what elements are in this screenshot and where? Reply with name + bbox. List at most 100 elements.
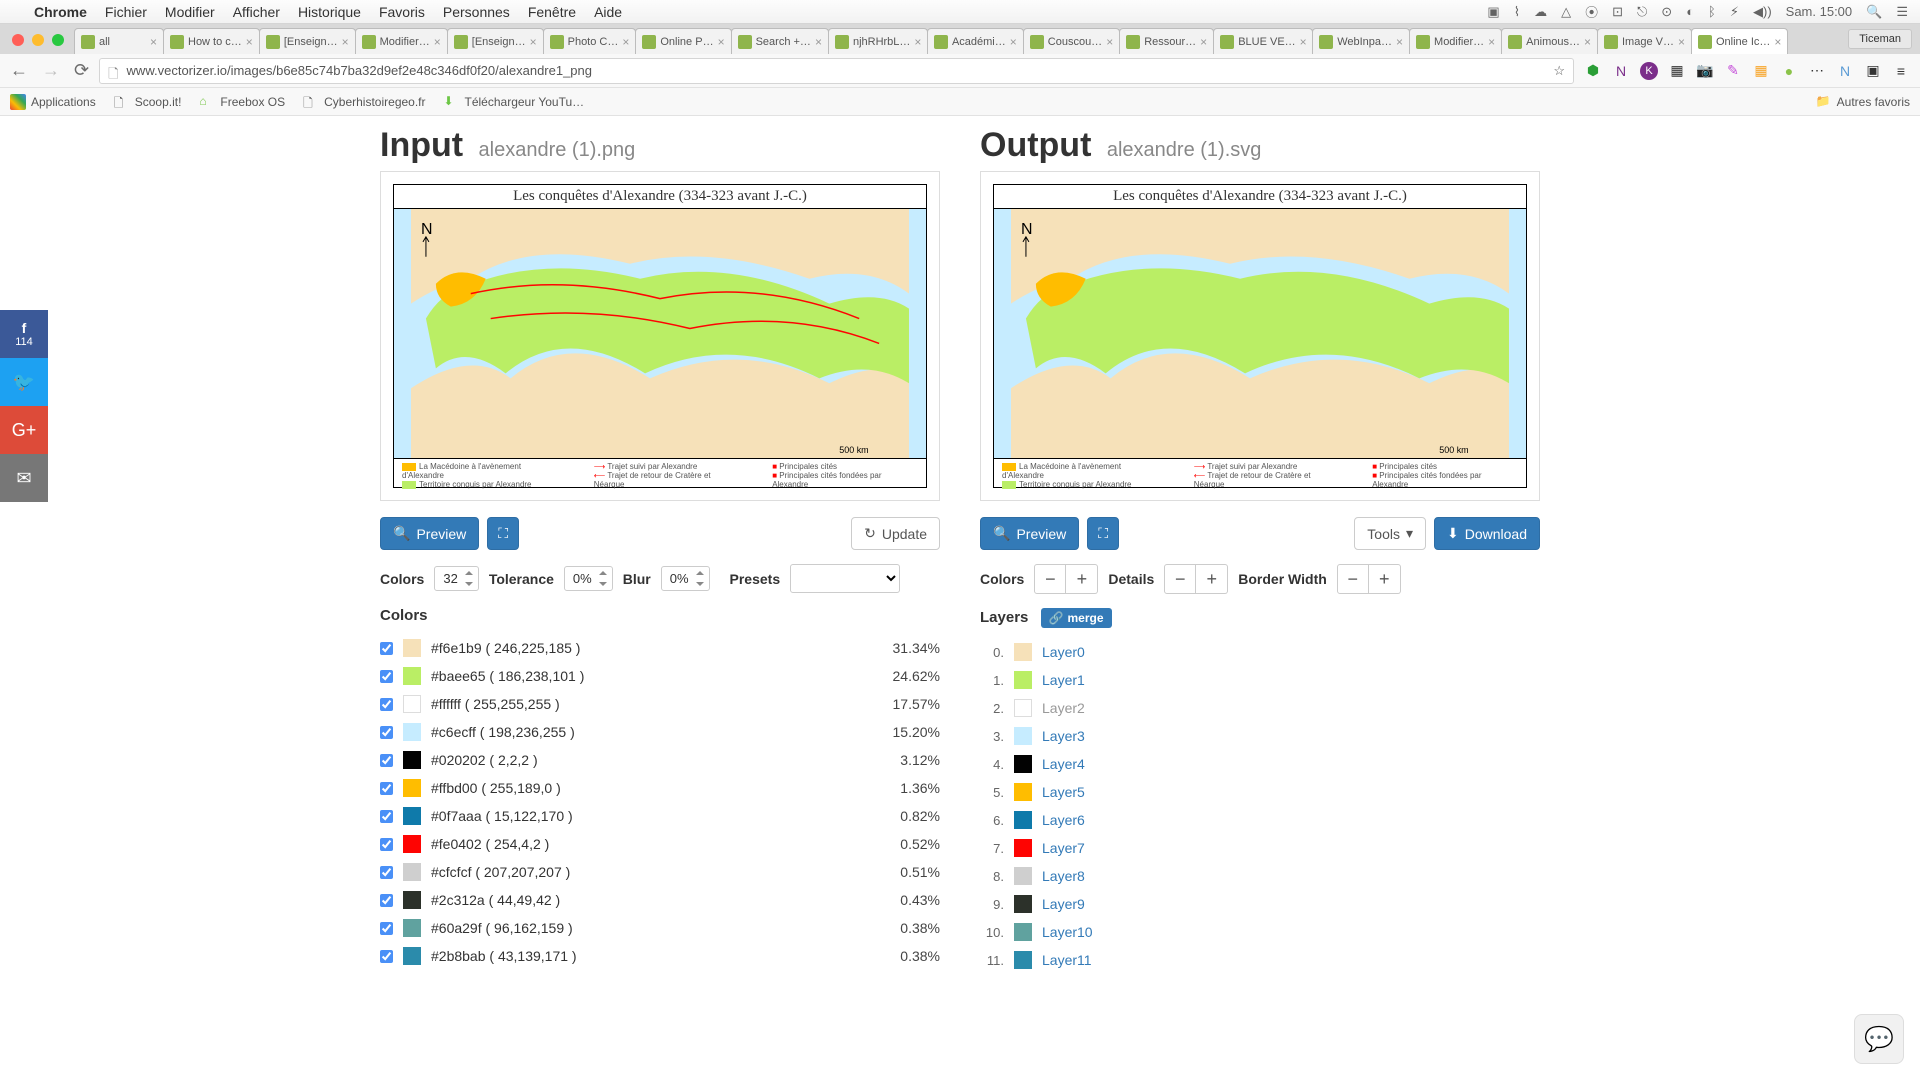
- fullscreen-button[interactable]: ⛶: [487, 517, 519, 550]
- status-icon[interactable]: ⦿: [1585, 2, 1598, 21]
- border-stepper[interactable]: −+: [1337, 564, 1401, 594]
- color-checkbox[interactable]: [380, 810, 393, 823]
- layer-link[interactable]: Layer5: [1042, 784, 1085, 800]
- extension-icon[interactable]: ▦: [1668, 62, 1686, 80]
- menu-icon[interactable]: ☰: [1896, 4, 1908, 20]
- browser-tab[interactable]: WebInpa…×: [1312, 28, 1410, 54]
- browser-tab[interactable]: Modifier…×: [1409, 28, 1502, 54]
- color-checkbox[interactable]: [380, 894, 393, 907]
- colors-stepper[interactable]: −+: [1034, 564, 1098, 594]
- share-email-button[interactable]: ✉: [0, 454, 48, 502]
- wifi-icon[interactable]: ⚡︎: [1730, 4, 1739, 20]
- tolerance-stepper[interactable]: 0%: [564, 566, 613, 591]
- close-tab-icon[interactable]: ×: [530, 35, 537, 49]
- merge-button[interactable]: 🔗merge: [1041, 608, 1112, 628]
- close-tab-icon[interactable]: ×: [1396, 35, 1403, 49]
- close-tab-icon[interactable]: ×: [914, 35, 921, 49]
- reload-button[interactable]: ⟳: [74, 60, 89, 81]
- close-tab-icon[interactable]: ×: [622, 35, 629, 49]
- other-bookmarks[interactable]: 📁Autres favoris: [1816, 94, 1910, 110]
- share-facebook-button[interactable]: f114: [0, 310, 48, 358]
- close-tab-icon[interactable]: ×: [1488, 35, 1495, 49]
- minimize-window-button[interactable]: [32, 34, 44, 46]
- presets-select[interactable]: [790, 564, 900, 593]
- share-twitter-button[interactable]: 🐦: [0, 358, 48, 406]
- status-icon[interactable]: ⎋: [1637, 4, 1647, 20]
- menu-item[interactable]: Historique: [298, 4, 361, 20]
- browser-tab[interactable]: [Enseign…×: [259, 28, 356, 54]
- close-tab-icon[interactable]: ×: [1200, 35, 1207, 49]
- layer-link[interactable]: Layer3: [1042, 728, 1085, 744]
- browser-tab[interactable]: Animous…×: [1501, 28, 1598, 54]
- plus-button[interactable]: +: [1196, 564, 1228, 594]
- back-button[interactable]: ←: [10, 60, 28, 81]
- plus-button[interactable]: +: [1369, 564, 1401, 594]
- color-checkbox[interactable]: [380, 922, 393, 935]
- color-checkbox[interactable]: [380, 698, 393, 711]
- share-googleplus-button[interactable]: G+: [0, 406, 48, 454]
- color-checkbox[interactable]: [380, 754, 393, 767]
- minus-button[interactable]: −: [1034, 564, 1066, 594]
- browser-tab[interactable]: Couscou…×: [1023, 28, 1120, 54]
- volume-icon[interactable]: ◀︎)): [1753, 4, 1772, 20]
- preview-button[interactable]: 🔍Preview: [380, 517, 479, 550]
- download-button[interactable]: ⬇ Download: [1434, 517, 1540, 550]
- color-checkbox[interactable]: [380, 670, 393, 683]
- menu-item[interactable]: Aide: [594, 4, 622, 20]
- layer-link[interactable]: Layer6: [1042, 812, 1085, 828]
- extension-icon[interactable]: N: [1836, 62, 1854, 80]
- browser-tab[interactable]: Photo C…×: [543, 28, 637, 54]
- extension-icon[interactable]: ⋯: [1808, 62, 1826, 80]
- blur-stepper[interactable]: 0%: [661, 566, 710, 591]
- browser-tab[interactable]: BLUE VE…×: [1213, 28, 1313, 54]
- extension-icon[interactable]: N: [1612, 62, 1630, 80]
- browser-tab[interactable]: Ressour…×: [1119, 28, 1214, 54]
- browser-tab[interactable]: How to c…×: [163, 28, 260, 54]
- layer-link[interactable]: Layer0: [1042, 644, 1085, 660]
- bookmark-item[interactable]: 🗋Cyberhistoiregeo.fr: [303, 94, 425, 110]
- color-checkbox[interactable]: [380, 726, 393, 739]
- close-tab-icon[interactable]: ×: [246, 35, 253, 49]
- color-checkbox[interactable]: [380, 866, 393, 879]
- close-tab-icon[interactable]: ×: [815, 35, 822, 49]
- details-stepper[interactable]: −+: [1164, 564, 1228, 594]
- status-icon[interactable]: △: [1561, 4, 1571, 20]
- close-window-button[interactable]: [12, 34, 24, 46]
- layer-link[interactable]: Layer11: [1042, 952, 1092, 968]
- spotlight-icon[interactable]: 🔍: [1866, 4, 1882, 20]
- update-button[interactable]: ↻ Update: [851, 517, 940, 550]
- close-tab-icon[interactable]: ×: [434, 35, 441, 49]
- menu-item[interactable]: Fichier: [105, 4, 147, 20]
- bluetooth-icon[interactable]: ᛒ: [1708, 4, 1716, 19]
- browser-tab[interactable]: Search +…×: [731, 28, 829, 54]
- layer-link[interactable]: Layer10: [1042, 924, 1093, 940]
- browser-tab[interactable]: all×: [74, 28, 164, 54]
- layer-link[interactable]: Layer4: [1042, 756, 1085, 772]
- fullscreen-button[interactable]: ⛶: [1087, 517, 1119, 550]
- close-tab-icon[interactable]: ×: [718, 35, 725, 49]
- extension-icon[interactable]: ●: [1780, 62, 1798, 80]
- browser-tab[interactable]: Image V…×: [1597, 28, 1692, 54]
- status-icon[interactable]: ⊡: [1612, 4, 1623, 20]
- menu-item[interactable]: Favoris: [379, 4, 425, 20]
- layer-link[interactable]: Layer7: [1042, 840, 1085, 856]
- extension-icon[interactable]: ▣: [1864, 62, 1882, 80]
- bookmark-item[interactable]: 🗋Scoop.it!: [114, 94, 182, 110]
- status-icon[interactable]: ⊙: [1661, 4, 1672, 20]
- close-tab-icon[interactable]: ×: [150, 35, 157, 49]
- input-map-canvas[interactable]: N 500 km: [394, 209, 926, 459]
- browser-tab[interactable]: Modifier…×: [355, 28, 448, 54]
- status-icon[interactable]: ⌇: [1514, 4, 1520, 20]
- address-bar[interactable]: 🗋 www.vectorizer.io/images/b6e85c74b7ba3…: [99, 58, 1574, 84]
- colors-stepper[interactable]: 32: [434, 566, 478, 591]
- layer-link[interactable]: Layer8: [1042, 868, 1085, 884]
- preview-button[interactable]: 🔍Preview: [980, 517, 1079, 550]
- tools-dropdown[interactable]: Tools ▾: [1354, 517, 1426, 550]
- star-icon[interactable]: ☆: [1553, 63, 1565, 79]
- extension-icon[interactable]: ▦: [1752, 62, 1770, 80]
- menu-item[interactable]: Modifier: [165, 4, 215, 20]
- app-name[interactable]: Chrome: [34, 4, 87, 20]
- bookmark-item[interactable]: ⌂Freebox OS: [199, 94, 285, 110]
- output-map-canvas[interactable]: N 500 km: [994, 209, 1526, 459]
- status-icon[interactable]: ◐: [1686, 4, 1694, 19]
